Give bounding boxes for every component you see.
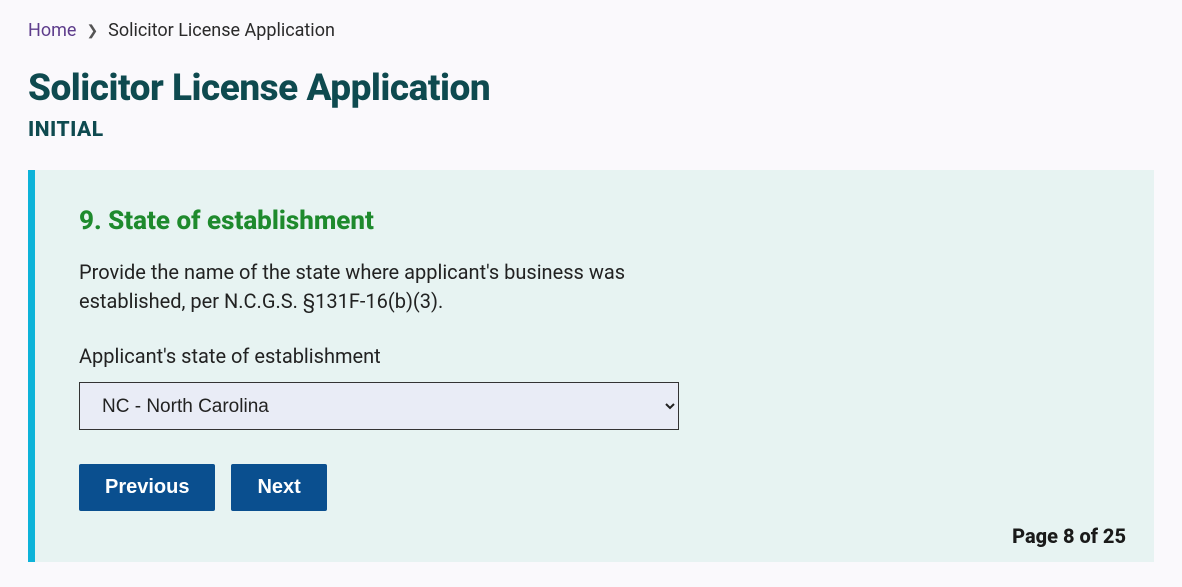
previous-button[interactable]: Previous: [79, 464, 215, 511]
breadcrumb-home-link[interactable]: Home: [28, 20, 76, 41]
page-indicator: Page 8 of 25: [1012, 524, 1126, 548]
page-subtitle: INITIAL: [28, 118, 1154, 142]
chevron-right-icon: ❯: [86, 24, 98, 38]
breadcrumb-current: Solicitor License Application: [108, 20, 335, 41]
state-field-label: Applicant's state of establishment: [79, 344, 1110, 368]
state-select[interactable]: NC - North Carolina: [79, 382, 679, 430]
section-title: 9. State of establishment: [79, 206, 1110, 236]
breadcrumb: Home ❯ Solicitor License Application: [28, 20, 1154, 41]
section-instruction: Provide the name of the state where appl…: [79, 258, 639, 316]
next-button[interactable]: Next: [231, 464, 326, 511]
form-panel: 9. State of establishment Provide the na…: [28, 170, 1154, 562]
button-row: Previous Next: [79, 464, 1110, 511]
page-title: Solicitor License Application: [28, 67, 1154, 110]
